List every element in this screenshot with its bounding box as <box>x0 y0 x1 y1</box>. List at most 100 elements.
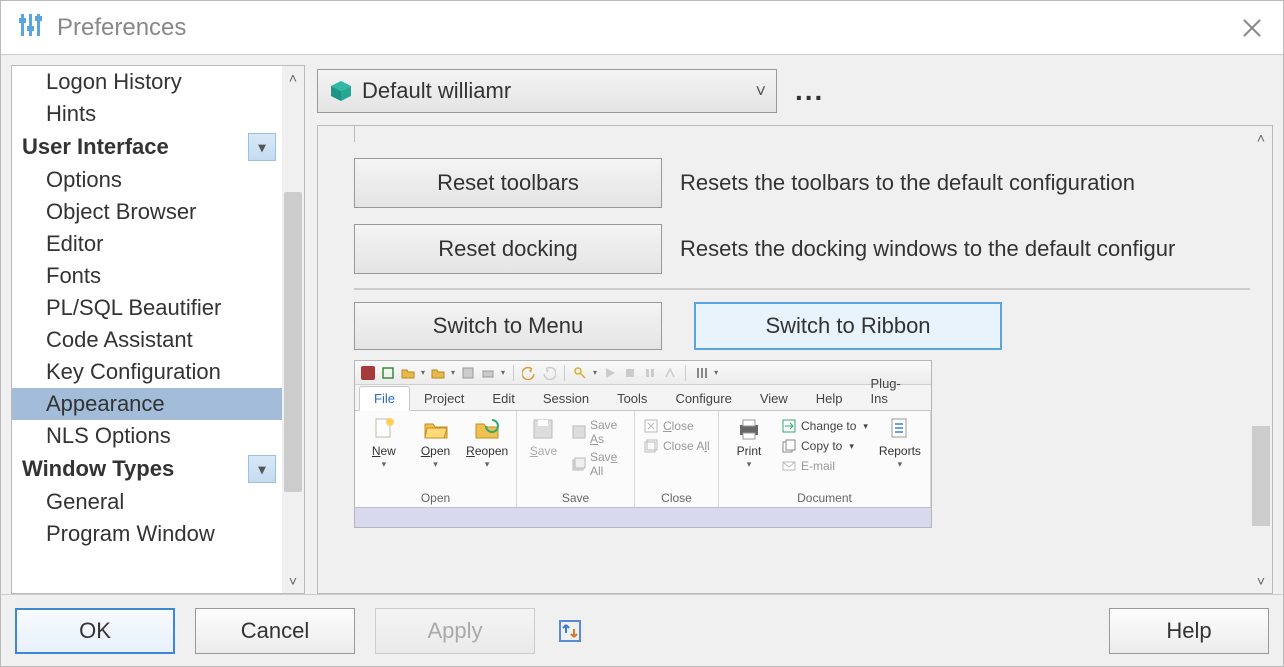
sidebar-item-options[interactable]: Options <box>12 164 282 196</box>
save-as-icon <box>572 424 586 440</box>
ribbon-close-all-button[interactable]: Close All <box>641 437 712 455</box>
pause-icon <box>643 366 657 380</box>
ribbon-tab-view[interactable]: View <box>746 387 802 410</box>
sidebar-category-window-types[interactable]: Window Types ▾ <box>12 452 282 486</box>
reset-toolbars-description: Resets the toolbars to the default confi… <box>680 170 1135 196</box>
preferences-icon <box>17 12 43 43</box>
folder-open-icon <box>421 415 451 443</box>
reset-docking-button[interactable]: Reset docking <box>354 224 662 274</box>
ribbon-statusbar <box>355 507 931 527</box>
profile-label: Default williamr <box>362 78 511 104</box>
ribbon-tab-project[interactable]: Project <box>410 387 478 410</box>
sidebar-category-user-interface[interactable]: User Interface ▾ <box>12 130 282 164</box>
profile-row: Default williamr ˅ ... <box>317 65 1273 117</box>
play-icon <box>603 366 617 380</box>
scroll-down-icon[interactable]: ˅ <box>1250 569 1272 593</box>
sliders-icon <box>694 366 708 380</box>
collapse-icon[interactable]: ▾ <box>248 133 276 161</box>
undo-icon <box>522 366 536 380</box>
switch-to-menu-button[interactable]: Switch to Menu <box>354 302 662 350</box>
close-icon <box>643 418 659 434</box>
profile-select[interactable]: Default williamr ˅ <box>317 69 777 113</box>
reset-toolbars-button[interactable]: Reset toolbars <box>354 158 662 208</box>
scroll-thumb[interactable] <box>1252 426 1270 526</box>
switch-to-ribbon-button[interactable]: Switch to Ribbon <box>694 302 1002 350</box>
scroll-thumb[interactable] <box>284 192 302 492</box>
ribbon-change-to-button[interactable]: Change to▾ <box>779 417 870 435</box>
ribbon-tab-file[interactable]: File <box>359 386 410 411</box>
separator <box>354 288 1250 290</box>
quick-access-toolbar: ▾ ▾ ▾ ▾ <box>355 361 931 385</box>
sidebar-item-object-browser[interactable]: Object Browser <box>12 196 282 228</box>
ribbon-reports-button[interactable]: Reports ▾ <box>876 415 924 470</box>
ribbon-tab-plugins[interactable]: Plug-Ins <box>857 372 931 410</box>
category-tree: Logon History Hints User Interface ▾ Opt… <box>12 66 282 593</box>
more-button[interactable]: ... <box>795 75 824 107</box>
scroll-up-icon[interactable]: ˄ <box>1250 126 1272 150</box>
ok-button[interactable]: OK <box>15 608 175 654</box>
sidebar-scrollbar[interactable]: ˄ ˅ <box>282 66 304 593</box>
package-icon <box>328 78 354 104</box>
ribbon-tab-help[interactable]: Help <box>802 387 857 410</box>
sidebar-category-label: Window Types <box>22 456 174 482</box>
print-icon <box>734 415 764 443</box>
collapse-icon[interactable]: ▾ <box>248 455 276 483</box>
sidebar-item-appearance[interactable]: Appearance <box>12 388 282 420</box>
ribbon-tab-tools[interactable]: Tools <box>603 387 661 410</box>
ribbon-group-close-label: Close <box>641 491 712 507</box>
ribbon-tab-session[interactable]: Session <box>529 387 603 410</box>
reports-icon <box>885 415 915 443</box>
open-icon <box>401 366 415 380</box>
preferences-window: Preferences Logon History Hints User Int… <box>0 0 1284 667</box>
cancel-button[interactable]: Cancel <box>195 608 355 654</box>
sidebar-item-code-assistant[interactable]: Code Assistant <box>12 324 282 356</box>
ribbon-group-document-label: Document <box>725 491 924 507</box>
settings-panel: Reset toolbars Resets the toolbars to th… <box>317 125 1273 594</box>
sidebar-item-key-configuration[interactable]: Key Configuration <box>12 356 282 388</box>
ribbon-save-all-button[interactable]: Save All <box>570 449 628 479</box>
ribbon-print-button[interactable]: Print ▾ <box>725 415 773 470</box>
sidebar-item-plsql-beautifier[interactable]: PL/SQL Beautifier <box>12 292 282 324</box>
ribbon-group-open-label: Open <box>361 491 510 507</box>
change-to-icon <box>781 418 797 434</box>
ribbon-email-button[interactable]: E-mail <box>779 457 870 475</box>
ribbon-reopen-button[interactable]: Reopen ▾ <box>464 415 510 470</box>
apply-button[interactable]: Apply <box>375 608 535 654</box>
sidebar-item-general[interactable]: General <box>12 486 282 518</box>
ribbon-new-button[interactable]: New ▾ <box>361 415 407 470</box>
redo-icon <box>542 366 556 380</box>
sidebar-category-label: User Interface <box>22 134 169 160</box>
ribbon-tab-edit[interactable]: Edit <box>478 387 528 410</box>
sidebar-item-logon-history[interactable]: Logon History <box>12 66 282 98</box>
sidebar-item-editor[interactable]: Editor <box>12 228 282 260</box>
ribbon-save-button[interactable]: Save <box>523 415 564 457</box>
content-scrollbar[interactable]: ˄ ˅ <box>1250 126 1272 593</box>
close-button[interactable] <box>1237 13 1267 43</box>
scroll-up-icon[interactable]: ˄ <box>282 66 304 90</box>
break-icon <box>663 366 677 380</box>
ribbon-tab-configure[interactable]: Configure <box>661 387 745 410</box>
email-icon <box>781 458 797 474</box>
print-icon <box>481 366 495 380</box>
import-export-button[interactable] <box>555 616 585 646</box>
ribbon-save-as-button[interactable]: Save As <box>570 417 628 447</box>
close-all-icon <box>643 438 659 454</box>
sidebar-item-program-window[interactable]: Program Window <box>12 518 282 550</box>
app-icon <box>361 366 375 380</box>
save-icon <box>461 366 475 380</box>
chevron-down-icon: ˅ <box>755 81 766 102</box>
ribbon-close-button[interactable]: Close <box>641 417 712 435</box>
sidebar-item-fonts[interactable]: Fonts <box>12 260 282 292</box>
sidebar-item-hints[interactable]: Hints <box>12 98 282 130</box>
new-icon <box>381 366 395 380</box>
ribbon-open-button[interactable]: Open ▾ <box>413 415 459 470</box>
window-title: Preferences <box>57 14 186 42</box>
copy-to-icon <box>781 438 797 454</box>
help-button[interactable]: Help <box>1109 608 1269 654</box>
ribbon-copy-to-button[interactable]: Copy to▾ <box>779 437 870 455</box>
scroll-down-icon[interactable]: ˅ <box>282 569 304 593</box>
sidebar-item-nls-options[interactable]: NLS Options <box>12 420 282 452</box>
folder-reopen-icon <box>472 415 502 443</box>
save-icon <box>528 415 558 443</box>
open2-icon <box>431 366 445 380</box>
